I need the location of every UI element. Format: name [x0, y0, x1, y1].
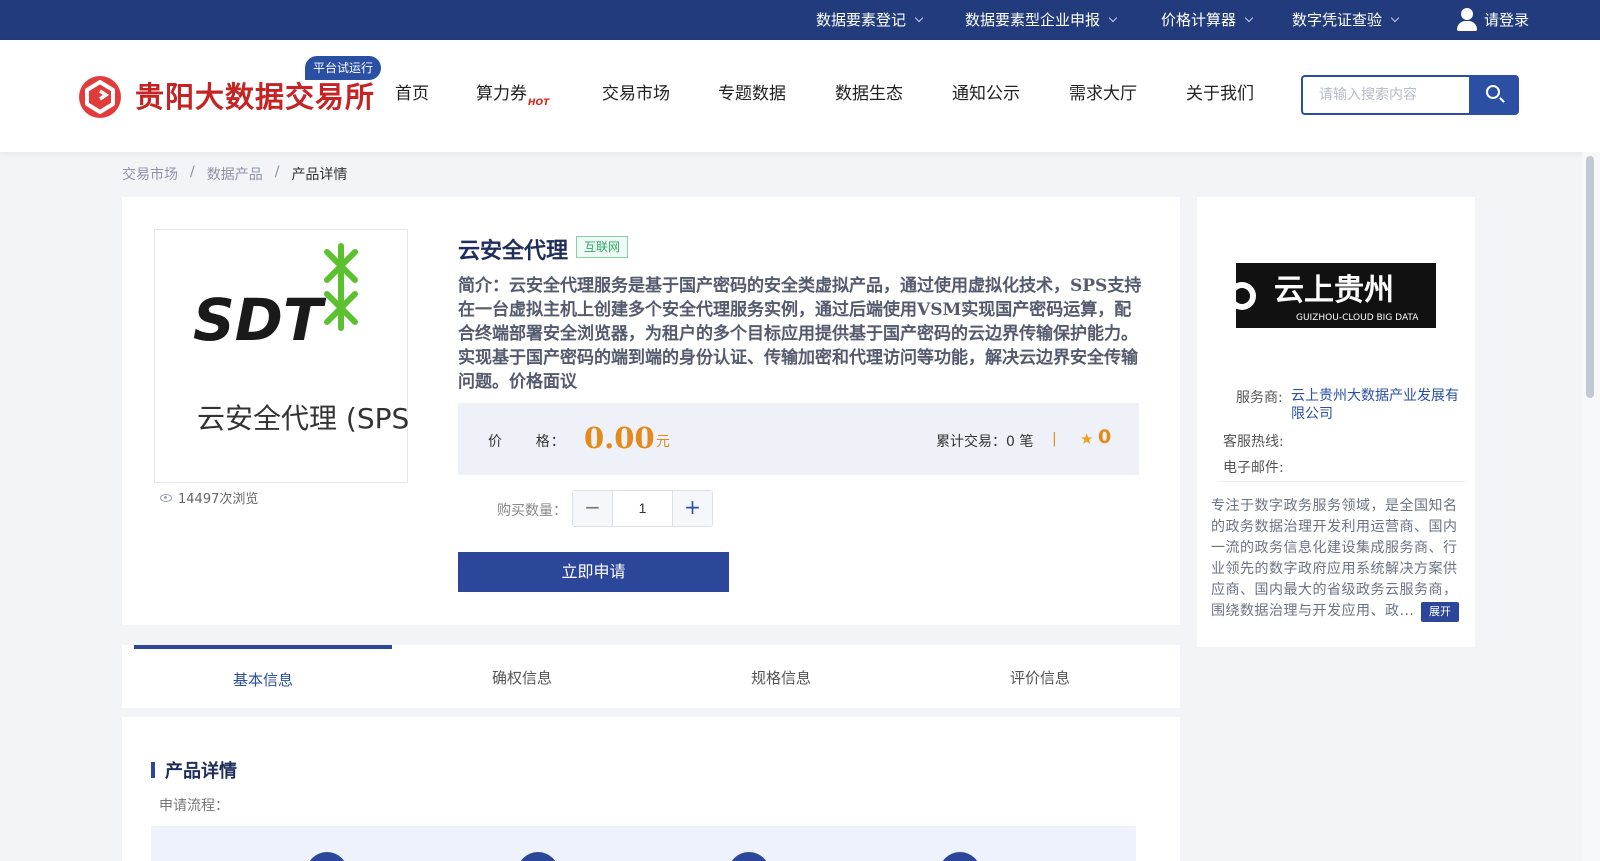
star-icon: ★ — [1080, 430, 1094, 448]
nav-about-us[interactable]: 关于我们 — [1186, 80, 1254, 108]
trade-count: 累计交易：0 笔 — [936, 434, 1034, 450]
quantity-label: 购买数量： — [497, 503, 567, 519]
search-input[interactable] — [1301, 75, 1471, 115]
quantity-input[interactable] — [613, 491, 672, 526]
product-image: SDT 云安全代理 (SPS) — [154, 229, 420, 483]
trial-badge: 平台试运行 — [305, 56, 382, 80]
tab-specification[interactable]: 规格信息 — [652, 645, 910, 708]
flow-panel — [151, 826, 1136, 861]
vendor-divider — [1217, 481, 1465, 482]
eye-icon — [160, 493, 172, 502]
svg-text:SDT: SDT — [193, 286, 327, 354]
price-panel: 价 格： 0.00 元 累计交易：0 笔 | ★ 0 — [458, 403, 1139, 475]
nav-data-ecosystem[interactable]: 数据生态 — [835, 80, 903, 108]
search-icon — [1486, 85, 1500, 99]
vendor-logo: 云上贵州 GUIZHOU-CLOUD BIG DATA — [1228, 263, 1436, 328]
divider: | — [1052, 431, 1057, 447]
breadcrumb-current: 产品详情 — [291, 167, 348, 183]
nav-compute-voucher[interactable]: 算力券HOT — [476, 80, 549, 108]
site-logo-icon[interactable] — [79, 76, 121, 118]
price-unit: 元 — [656, 434, 670, 450]
nav-topic-data[interactable]: 专题数据 — [718, 80, 786, 108]
decrease-button[interactable]: − — [573, 491, 613, 526]
price-value: 0.00 — [584, 421, 655, 455]
svg-text:云安全代理 (SPS): 云安全代理 (SPS) — [197, 402, 409, 435]
increase-button[interactable]: + — [672, 491, 712, 526]
topbar-item-price-calculator[interactable]: 价格计算器 — [1161, 0, 1254, 40]
nav-trading-market[interactable]: 交易市场 — [602, 80, 670, 108]
view-count: 14497次浏览 — [160, 488, 258, 507]
login-link[interactable]: 请登录 — [1456, 0, 1529, 40]
provider-name-link[interactable]: 云上贵州大数据产业发展有限公司 — [1291, 387, 1471, 423]
hot-badge: HOT — [528, 98, 550, 108]
chevron-down-icon — [914, 13, 924, 23]
expand-button[interactable]: 展开 — [1421, 602, 1459, 622]
topbar-item-data-registration[interactable]: 数据要素登记 — [816, 0, 924, 40]
tab-basic-info[interactable]: 基本信息 — [134, 645, 392, 708]
chevron-down-icon — [1390, 13, 1400, 23]
section-marker — [151, 762, 155, 778]
svg-text:云上贵州: 云上贵州 — [1274, 273, 1394, 308]
topbar-item-certificate-check[interactable]: 数字凭证查验 — [1292, 0, 1400, 40]
chevron-down-icon — [1244, 13, 1254, 23]
breadcrumb: 交易市场 / 数据产品 / 产品详情 — [122, 164, 348, 184]
user-icon — [1456, 8, 1478, 32]
email-label: 电子邮件: — [1223, 460, 1284, 476]
apply-button[interactable]: 立即申请 — [458, 552, 729, 592]
topbar-item-enterprise-declaration[interactable]: 数据要素型企业申报 — [965, 0, 1118, 40]
scrollbar-thumb[interactable] — [1586, 156, 1594, 398]
tab-rights-confirmation[interactable]: 确权信息 — [393, 645, 651, 708]
quantity-stepper: − + — [572, 490, 713, 527]
breadcrumb-trading-market[interactable]: 交易市场 — [122, 164, 178, 184]
nav-demand-hall[interactable]: 需求大厅 — [1069, 80, 1137, 108]
flow-label: 申请流程： — [159, 798, 229, 814]
category-tag: 互联网 — [576, 236, 629, 258]
price-label: 价 格： — [488, 434, 566, 450]
tab-reviews[interactable]: 评价信息 — [911, 645, 1169, 708]
search-button[interactable] — [1469, 75, 1519, 115]
breadcrumb-data-products[interactable]: 数据产品 — [207, 164, 263, 184]
provider-label: 服务商: — [1236, 390, 1283, 406]
chevron-down-icon — [1108, 13, 1118, 23]
site-name[interactable]: 贵阳大数据交易所 — [135, 74, 375, 116]
section-title: 产品详情 — [165, 761, 237, 782]
top-utility-bar: 数据要素登记 数据要素型企业申报 价格计算器 数字凭证查验 请登录 — [0, 0, 1600, 40]
product-description: 简介：云安全代理服务是基于国产密码的安全类虚拟产品，通过使用虚拟化技术，SPS支… — [458, 276, 1142, 392]
product-title: 云安全代理 — [458, 239, 569, 264]
nav-notices[interactable]: 通知公示 — [952, 80, 1020, 108]
svg-text:GUIZHOU-CLOUD BIG DATA: GUIZHOU-CLOUD BIG DATA — [1296, 313, 1419, 323]
nav-home[interactable]: 首页 — [395, 80, 429, 108]
hotline-label: 客服热线: — [1223, 434, 1284, 450]
site-header: 贵阳大数据交易所 平台试运行 首页 算力券HOT 交易市场 专题数据 数据生态 … — [0, 40, 1600, 152]
rating-value: 0 — [1098, 426, 1112, 448]
